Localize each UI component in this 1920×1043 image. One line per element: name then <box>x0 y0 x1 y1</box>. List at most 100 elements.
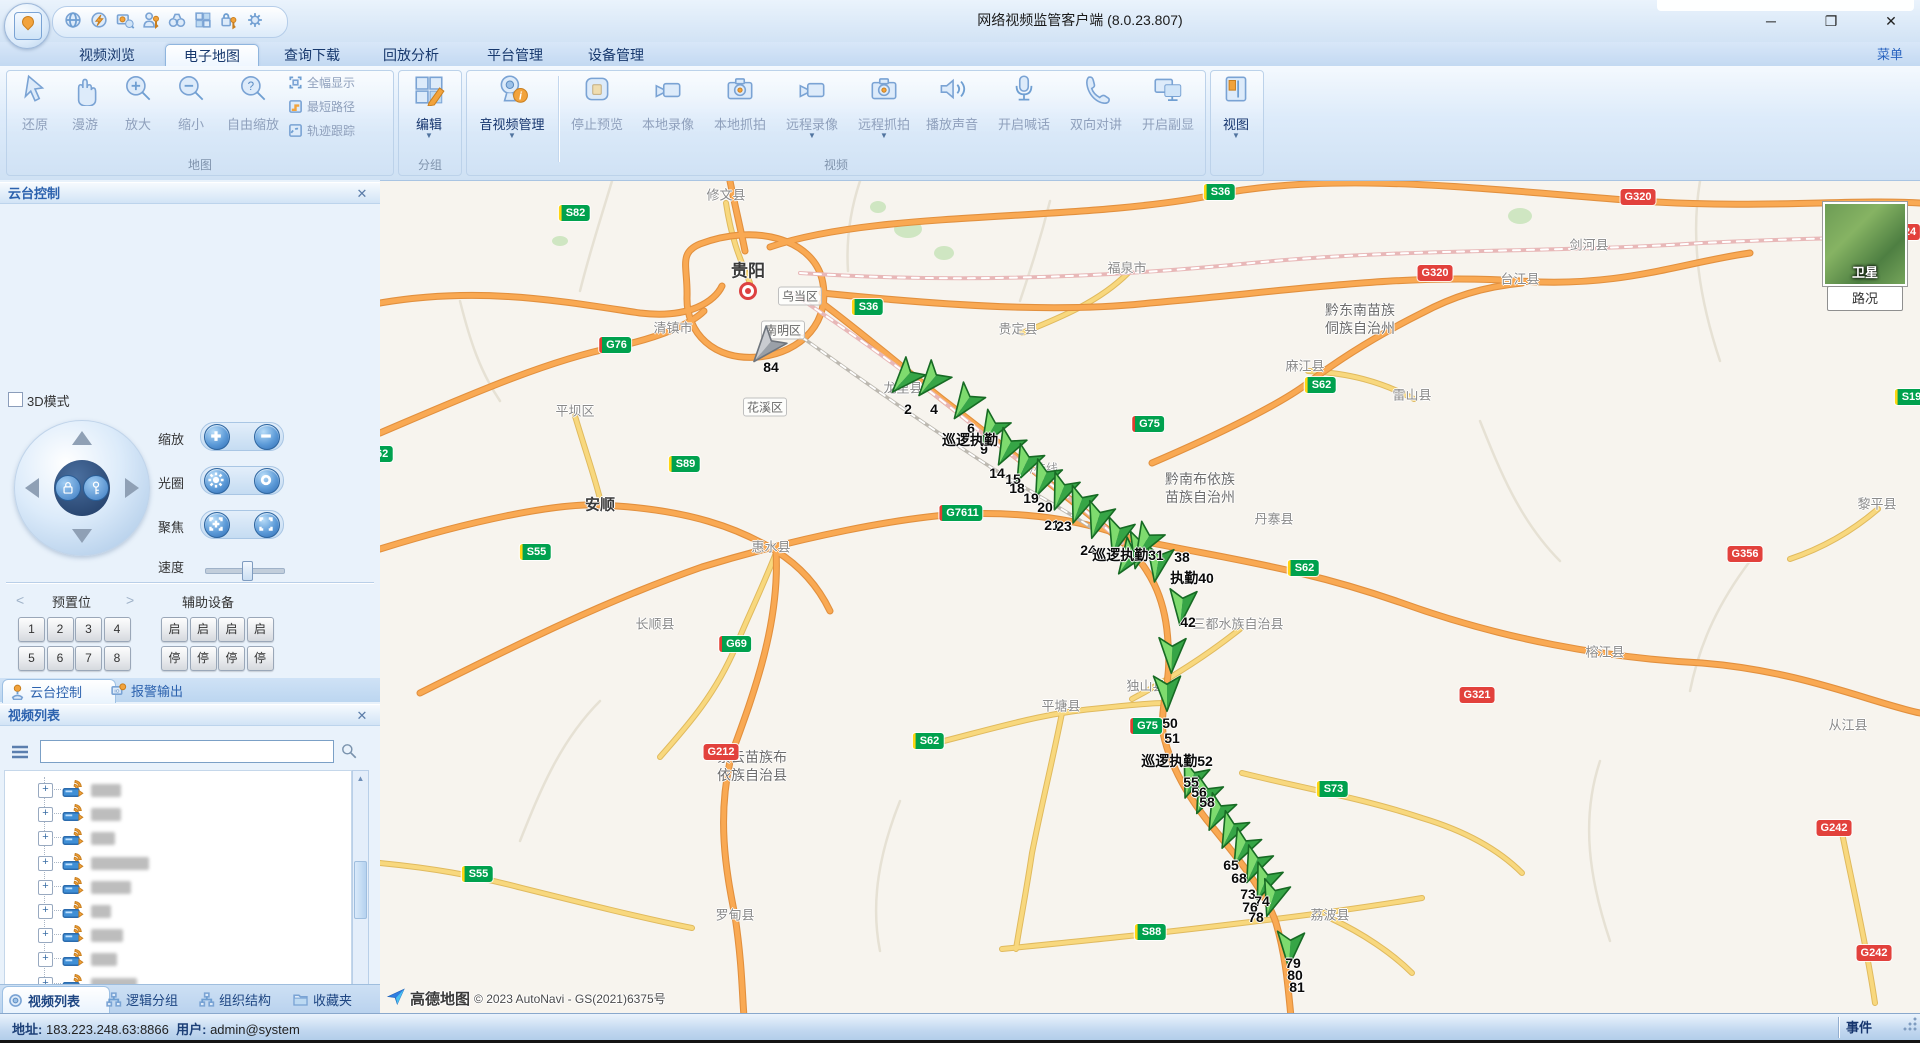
tab-报警输出[interactable]: IO报警输出 <box>104 679 212 702</box>
tree-expand-icon[interactable]: + <box>38 856 53 871</box>
ptz-joystick[interactable] <box>14 420 150 556</box>
ribbon-button-开启副显[interactable]: 开启副显 <box>1137 72 1199 133</box>
tab-视频列表[interactable]: 视频列表 <box>2 986 110 1014</box>
binoculars-icon[interactable] <box>167 10 187 35</box>
tree-expand-icon[interactable]: + <box>38 904 53 919</box>
resize-grip[interactable] <box>1902 1016 1918 1032</box>
traffic-button[interactable]: 路况 <box>1827 286 1903 311</box>
sun-button[interactable] <box>204 468 230 494</box>
hamburger-icon[interactable] <box>10 742 30 767</box>
lock-key-icon[interactable] <box>219 10 239 35</box>
ribbon-button-远程录像[interactable]: 远程录像▼ <box>781 72 843 139</box>
patrol-arrow-marker[interactable] <box>909 360 952 404</box>
patrol-arrow-marker[interactable] <box>1154 676 1181 711</box>
ribbon-small-button-轨迹跟踪[interactable]: 轨迹跟踪 <box>288 120 388 140</box>
tree-expand-icon[interactable]: + <box>38 783 53 798</box>
aux-on-button[interactable]: 启 <box>190 617 217 642</box>
tree-expand-icon[interactable]: + <box>38 807 53 822</box>
tree-row[interactable]: + <box>5 948 349 970</box>
dropdown-arrow-icon[interactable]: ▼ <box>1214 133 1258 139</box>
patrol-arrow-marker[interactable] <box>943 382 985 426</box>
ribbon-button-漫游[interactable]: 漫游 <box>62 72 108 133</box>
preset-button-8[interactable]: 8 <box>104 646 131 671</box>
ribbon-button-双向对讲[interactable]: 双向对讲 <box>1065 72 1127 133</box>
tab-设备管理[interactable]: 设备管理 <box>588 44 644 66</box>
ribbon-button-本地抓拍[interactable]: 本地抓拍 <box>709 72 771 133</box>
tree-row[interactable]: + <box>5 827 349 849</box>
preset-button-6[interactable]: 6 <box>47 646 74 671</box>
key-icon[interactable] <box>83 475 109 501</box>
tab-平台管理[interactable]: 平台管理 <box>481 44 549 66</box>
tab-电子地图[interactable]: 电子地图 <box>165 44 259 67</box>
ribbon-button-停止预览[interactable]: 停止预览 <box>566 72 628 133</box>
snapshot-icon[interactable] <box>115 10 135 35</box>
dropdown-arrow-icon[interactable]: ▼ <box>781 133 843 139</box>
dropdown-arrow-icon[interactable]: ▼ <box>401 133 457 139</box>
aux-off-button[interactable]: 停 <box>247 646 274 671</box>
tab-查询下载[interactable]: 查询下载 <box>278 44 346 66</box>
tree-row[interactable]: + <box>5 900 349 922</box>
plus-button[interactable] <box>204 424 230 450</box>
aux-off-button[interactable]: 停 <box>218 646 245 671</box>
tree-expand-icon[interactable]: + <box>38 952 53 967</box>
patrol-arrow-marker[interactable] <box>1158 638 1186 674</box>
minimize-button[interactable]: ─ <box>1746 8 1796 34</box>
scrollbar-thumb[interactable] <box>354 861 367 919</box>
ribbon-button-视图[interactable]: 视图▼ <box>1214 72 1258 139</box>
ribbon-button-自由缩放[interactable]: ?自由缩放 <box>221 72 285 133</box>
preset-button-7[interactable]: 7 <box>75 646 102 671</box>
aux-on-button[interactable]: 启 <box>218 617 245 642</box>
aux-off-button[interactable]: 停 <box>190 646 217 671</box>
tree-expand-icon[interactable]: + <box>38 831 53 846</box>
ribbon-button-缩小[interactable]: 缩小 <box>168 72 214 133</box>
minus-button[interactable] <box>254 424 280 450</box>
aux-off-button[interactable]: 停 <box>161 646 188 671</box>
satellite-view-toggle[interactable]: 卫星 <box>1823 202 1907 286</box>
tree-row[interactable]: + <box>5 876 349 898</box>
aux-on-button[interactable]: 启 <box>247 617 274 642</box>
ribbon-small-button-最短路径[interactable]: 最短路径 <box>288 96 388 116</box>
mode-3d-checkbox[interactable] <box>8 392 23 407</box>
maximize-button[interactable]: ❐ <box>1806 8 1856 34</box>
dropdown-arrow-icon[interactable]: ▼ <box>853 133 915 139</box>
focus-out-button[interactable] <box>254 512 280 538</box>
ribbon-button-开启喊话[interactable]: 开启喊话 <box>993 72 1055 133</box>
tab-收藏夹[interactable]: 收藏夹 <box>288 986 372 1013</box>
tree-expand-icon[interactable]: + <box>38 928 53 943</box>
ptz-left-icon[interactable] <box>25 478 39 498</box>
tree-row[interactable]: + <box>5 779 349 801</box>
ribbon-button-放大[interactable]: 放大 <box>115 72 161 133</box>
preset-button-1[interactable]: 1 <box>18 617 45 642</box>
ptz-close-icon[interactable]: ✕ <box>354 183 370 205</box>
video-list-close-icon[interactable]: ✕ <box>354 705 370 727</box>
ring-button[interactable] <box>254 468 280 494</box>
user-key-icon[interactable] <box>141 10 161 35</box>
search-input[interactable] <box>40 740 334 763</box>
focus-in-button[interactable] <box>204 512 230 538</box>
preset-button-5[interactable]: 5 <box>18 646 45 671</box>
ptz-up-icon[interactable] <box>72 431 92 445</box>
ribbon-button-编辑[interactable]: 编辑▼ <box>401 72 457 139</box>
tab-回放分析[interactable]: 回放分析 <box>377 44 445 66</box>
scroll-up-icon[interactable]: ▲ <box>353 771 368 786</box>
tree-expand-icon[interactable]: + <box>38 880 53 895</box>
preset-button-3[interactable]: 3 <box>75 617 102 642</box>
tree-row[interactable]: + <box>5 924 349 946</box>
ribbon-button-播放声音[interactable]: 播放声音 <box>921 72 983 133</box>
ribbon-button-远程抓拍[interactable]: 远程抓拍▼ <box>853 72 915 139</box>
lock-icon[interactable] <box>55 475 81 501</box>
ribbon-button-音视频管理[interactable]: i音视频管理▼ <box>469 72 555 139</box>
speed-slider[interactable] <box>205 568 285 574</box>
preset-prev-button[interactable]: < <box>16 592 24 608</box>
search-icon[interactable] <box>340 742 358 765</box>
preset-button-2[interactable]: 2 <box>47 617 74 642</box>
globe-icon[interactable] <box>63 10 83 35</box>
grid-icon[interactable] <box>193 10 213 35</box>
tab-逻辑分组[interactable]: 逻辑分组 <box>101 986 199 1013</box>
tab-组织结构[interactable]: 组织结构 <box>194 986 292 1013</box>
tree-row[interactable]: + <box>5 852 349 874</box>
aux-on-button[interactable]: 启 <box>161 617 188 642</box>
ribbon-button-还原[interactable]: 还原 <box>12 72 58 133</box>
preset-next-button[interactable]: > <box>126 592 134 608</box>
ptz-down-icon[interactable] <box>72 529 92 543</box>
